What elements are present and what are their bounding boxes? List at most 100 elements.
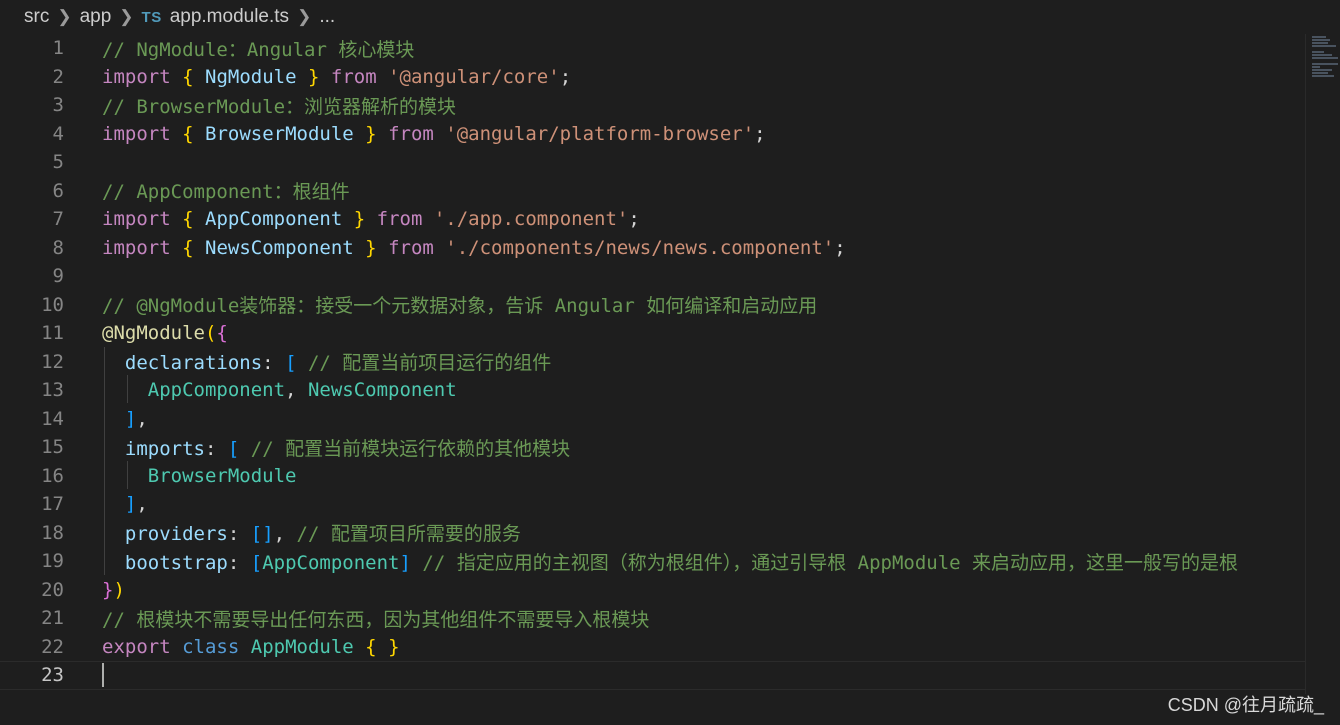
code-text: BrowserModule	[102, 465, 297, 487]
code-line: 21 // 根模块不需要导出任何东西，因为其他组件不需要导入根模块	[0, 604, 1305, 633]
chevron-right-icon: ❯	[57, 7, 72, 26]
bracket: []	[250, 523, 274, 546]
line-number: 17	[41, 493, 64, 516]
code-line: 5	[0, 148, 1305, 177]
minimap-line	[1312, 45, 1336, 47]
keyword: import	[102, 208, 171, 231]
comment: // 配置当前项目运行的组件	[307, 352, 552, 375]
line-number: 11	[41, 322, 64, 345]
identifier: NewsComponent	[205, 236, 354, 259]
class-name: AppComponent	[147, 379, 286, 402]
punctuation: :	[227, 523, 240, 546]
code-line: 11 @NgModule({	[0, 319, 1305, 348]
line-number: 12	[41, 350, 64, 373]
identifier: AppComponent	[205, 208, 343, 231]
comment: // 配置当前模块运行依赖的其他模块	[250, 437, 571, 460]
punctuation: ;	[628, 208, 640, 231]
breadcrumb-src[interactable]: src	[24, 6, 49, 28]
code-line: 2 import { NgModule } from '@angular/cor…	[0, 63, 1305, 92]
code-line: 10 // @NgModule装饰器：接受一个元数据对象，告诉 Angular …	[0, 291, 1305, 320]
code-text: // AppComponent：根组件	[102, 177, 350, 204]
minimap-line	[1312, 63, 1338, 65]
property: imports	[124, 437, 205, 460]
line-number: 9	[52, 265, 64, 288]
bracket: [	[227, 437, 240, 460]
code-line: 17 ],	[0, 490, 1305, 519]
minimap-line	[1312, 66, 1320, 68]
punctuation: ;	[754, 122, 766, 145]
chevron-right-icon: ❯	[297, 7, 312, 26]
bracket: [	[250, 551, 263, 574]
identifier: NgModule	[205, 65, 297, 88]
chevron-right-icon: ❯	[119, 7, 134, 26]
minimap-line	[1312, 51, 1324, 53]
code-line: 18 providers: [], // 配置项目所需要的服务	[0, 519, 1305, 548]
class-name: AppModule	[250, 635, 354, 658]
keyword: export	[102, 635, 171, 658]
brace: }	[365, 122, 377, 145]
minimap-line	[1312, 39, 1330, 41]
brace: }	[307, 65, 320, 88]
punctuation: :	[262, 352, 274, 375]
comment: // 根模块不需要导出任何东西，因为其他组件不需要导入根模块	[102, 608, 650, 631]
string: '@angular/core'	[388, 65, 560, 88]
code-text: // NgModule：Angular 核心模块	[102, 35, 414, 62]
keyword: from	[388, 236, 434, 259]
brace: }	[365, 236, 377, 259]
bracket: ]	[124, 493, 137, 516]
line-number: 19	[41, 550, 64, 573]
comment: // 指定应用的主视图（称为根组件），通过引导根 AppModule 来启动应用…	[422, 551, 1239, 574]
brace: }	[353, 208, 366, 231]
minimap-line	[1312, 69, 1332, 71]
bracket: [	[285, 352, 297, 375]
code-editor[interactable]: 1 // NgModule：Angular 核心模块 2 import { Ng…	[0, 34, 1305, 694]
keyword: from	[388, 122, 434, 145]
code-text: })	[102, 579, 125, 601]
watermark: CSDN @往月疏疏_	[1167, 695, 1324, 715]
line-number: 7	[52, 208, 64, 231]
punctuation: :	[204, 437, 217, 460]
brace: }	[388, 635, 400, 658]
code-text: // 根模块不需要导出任何东西，因为其他组件不需要导入根模块	[102, 605, 649, 632]
line-number: 3	[52, 94, 64, 117]
typescript-file-icon: TS	[141, 8, 162, 26]
code-line: 15 imports: [ // 配置当前模块运行依赖的其他模块	[0, 433, 1305, 462]
string: './app.component'	[433, 208, 629, 231]
minimap-line	[1312, 72, 1328, 74]
breadcrumb-file[interactable]: app.module.ts	[170, 6, 289, 28]
comment: // @NgModule装饰器：接受一个元数据对象，告诉 Angular 如何编…	[102, 295, 818, 318]
code-text: export class AppModule { }	[102, 636, 400, 658]
line-number: 2	[52, 65, 64, 88]
paren: )	[113, 578, 125, 601]
comment: // BrowserModule：浏览器解析的模块	[102, 95, 457, 118]
line-number: 13	[41, 379, 64, 402]
line-number: 23	[41, 664, 64, 687]
brace: {	[216, 322, 228, 345]
punctuation: ,	[136, 407, 148, 430]
code-line: 7 import { AppComponent } from './app.co…	[0, 205, 1305, 234]
line-number: 14	[41, 407, 64, 430]
brace: {	[365, 635, 377, 658]
comment: // NgModule：Angular 核心模块	[102, 38, 415, 61]
line-number: 21	[41, 607, 64, 630]
class-name: AppComponent	[262, 551, 400, 574]
code-text: import { NgModule } from '@angular/core'…	[102, 66, 571, 88]
code-line: 4 import { BrowserModule } from '@angula…	[0, 120, 1305, 149]
breadcrumb-more[interactable]: ...	[319, 6, 335, 28]
decorator-name: NgModule	[113, 322, 205, 345]
keyword: import	[102, 65, 171, 88]
decorator-at: @	[102, 322, 114, 345]
breadcrumb-app[interactable]: app	[80, 6, 112, 28]
comment: // AppComponent：根组件	[102, 181, 350, 204]
comment: // 配置项目所需要的服务	[296, 523, 521, 546]
code-text: declarations: [ // 配置当前项目运行的组件	[102, 348, 551, 375]
punctuation: ,	[273, 523, 286, 546]
brace: }	[102, 578, 114, 601]
property: declarations	[124, 352, 263, 375]
brace: {	[182, 122, 194, 145]
brace: {	[182, 208, 194, 231]
paren: (	[204, 322, 217, 345]
code-line: 9	[0, 262, 1305, 291]
minimap[interactable]	[1305, 34, 1340, 694]
code-line: 8 import { NewsComponent } from './compo…	[0, 234, 1305, 263]
